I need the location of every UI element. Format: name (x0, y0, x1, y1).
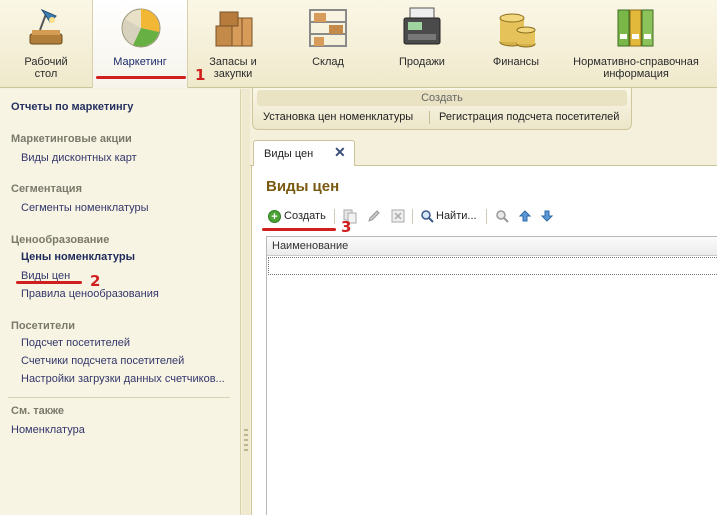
section-warehouse[interactable]: Склад (278, 0, 378, 88)
section-reference[interactable]: Нормативно-справочная информация (566, 0, 706, 88)
nav-item-visitor-counters[interactable]: Счетчики подсчета посетителей (21, 355, 184, 367)
find-button-label: Найти... (436, 210, 477, 222)
edit-button[interactable] (366, 206, 382, 226)
annotation-number-3: 3 (341, 218, 352, 236)
delete-button[interactable] (390, 206, 406, 226)
table-row[interactable] (268, 257, 717, 275)
cancel-search-button[interactable] (494, 206, 510, 226)
create-panel: Создать Установка цен номенклатуры Регис… (252, 88, 632, 130)
desktop-icon (29, 8, 63, 45)
create-button-label: Создать (284, 210, 326, 222)
tab-strip: Виды цен ✕ (250, 140, 717, 167)
section-desktop-label: Рабочий стол (24, 56, 68, 80)
splitter-grip (244, 434, 248, 436)
nav-item-discount-card-types[interactable]: Виды дисконтных карт (21, 152, 137, 164)
arrow-up-icon (518, 210, 532, 222)
binders-icon (617, 9, 654, 47)
nav-link-marketing-reports[interactable]: Отчеты по маркетингу (11, 101, 133, 113)
section-desktop[interactable]: Рабочий стол (0, 0, 92, 88)
splitter-grip (244, 449, 248, 451)
toolbar-divider (412, 209, 413, 224)
create-panel-title: Создать (257, 90, 627, 106)
move-down-button[interactable] (540, 206, 554, 226)
create-panel-divider (429, 111, 430, 124)
coins-icon (499, 13, 536, 48)
nav-item-nomenclature[interactable]: Номенклатура (11, 424, 85, 436)
nav-item-product-prices[interactable]: Цены номенклатуры (21, 251, 135, 263)
pencil-icon (368, 210, 380, 222)
boxes-icon (215, 11, 253, 47)
section-sales-label: Продажи (399, 56, 445, 68)
search-icon (421, 210, 434, 223)
nav-group-visitors: Посетители (11, 320, 75, 332)
nav-group-segmentation: Сегментация (11, 183, 82, 195)
sections-panel: Рабочий стол Маркетинг Запасы и закупки (0, 0, 717, 88)
tab-price-types[interactable]: Виды цен ✕ (253, 140, 355, 167)
section-sales[interactable]: Продажи (378, 0, 466, 88)
splitter-grip (244, 444, 248, 446)
section-reference-label: Нормативно-справочная информация (573, 56, 699, 80)
annotation-underline-3 (262, 228, 336, 231)
section-finance[interactable]: Финансы (466, 0, 566, 88)
nav-group-see-also: См. также (11, 405, 64, 417)
column-header-name[interactable]: Наименование (267, 237, 717, 256)
section-warehouse-label: Склад (312, 56, 344, 68)
section-finance-label: Финансы (492, 56, 540, 68)
nav-group-campaigns: Маркетинговые акции (11, 133, 132, 145)
cancel-search-icon (496, 210, 509, 223)
form-toolbar: + Создать Найти... (264, 206, 717, 228)
splitter-grip (244, 429, 248, 431)
annotation-underline-1 (96, 76, 186, 79)
shelves-icon (309, 9, 347, 47)
nav-divider (8, 397, 230, 398)
panel-splitter[interactable] (242, 89, 250, 515)
create-link-visitor-registration[interactable]: Регистрация подсчета посетителей (439, 111, 619, 123)
form-title: Виды цен (266, 178, 340, 195)
form-price-types: Виды цен + Создать Найти... Наименование (251, 166, 717, 515)
annotation-number-1: 1 (195, 66, 206, 84)
close-icon[interactable]: ✕ (334, 144, 346, 161)
section-marketing[interactable]: Маркетинг (92, 0, 188, 88)
find-button[interactable]: Найти... (420, 206, 477, 226)
nav-item-product-segments[interactable]: Сегменты номенклатуры (21, 202, 149, 214)
nav-group-pricing: Ценообразование (11, 234, 110, 246)
move-up-button[interactable] (518, 206, 532, 226)
toolbar-divider (334, 209, 335, 224)
navigation-panel: Отчеты по маркетингу Маркетинговые акции… (0, 89, 241, 515)
cash-register-icon (403, 7, 441, 45)
annotation-number-2: 2 (90, 272, 101, 290)
nav-item-counter-load-settings[interactable]: Настройки загрузки данных счетчиков... (21, 373, 225, 385)
annotation-underline-2 (16, 281, 82, 284)
delete-mark-icon (391, 209, 405, 223)
section-marketing-label: Маркетинг (113, 56, 167, 68)
price-types-table[interactable]: Наименование (266, 236, 717, 515)
splitter-grip (244, 439, 248, 441)
plus-icon: + (268, 209, 281, 223)
arrow-down-icon (540, 210, 554, 222)
toolbar-divider (486, 209, 487, 224)
create-link-set-prices[interactable]: Установка цен номенклатуры (263, 111, 413, 123)
create-button[interactable]: + Создать (268, 206, 326, 226)
nav-item-visitor-count[interactable]: Подсчет посетителей (21, 337, 130, 349)
pie-chart-icon (121, 8, 161, 48)
tab-label: Виды цен (264, 148, 314, 160)
